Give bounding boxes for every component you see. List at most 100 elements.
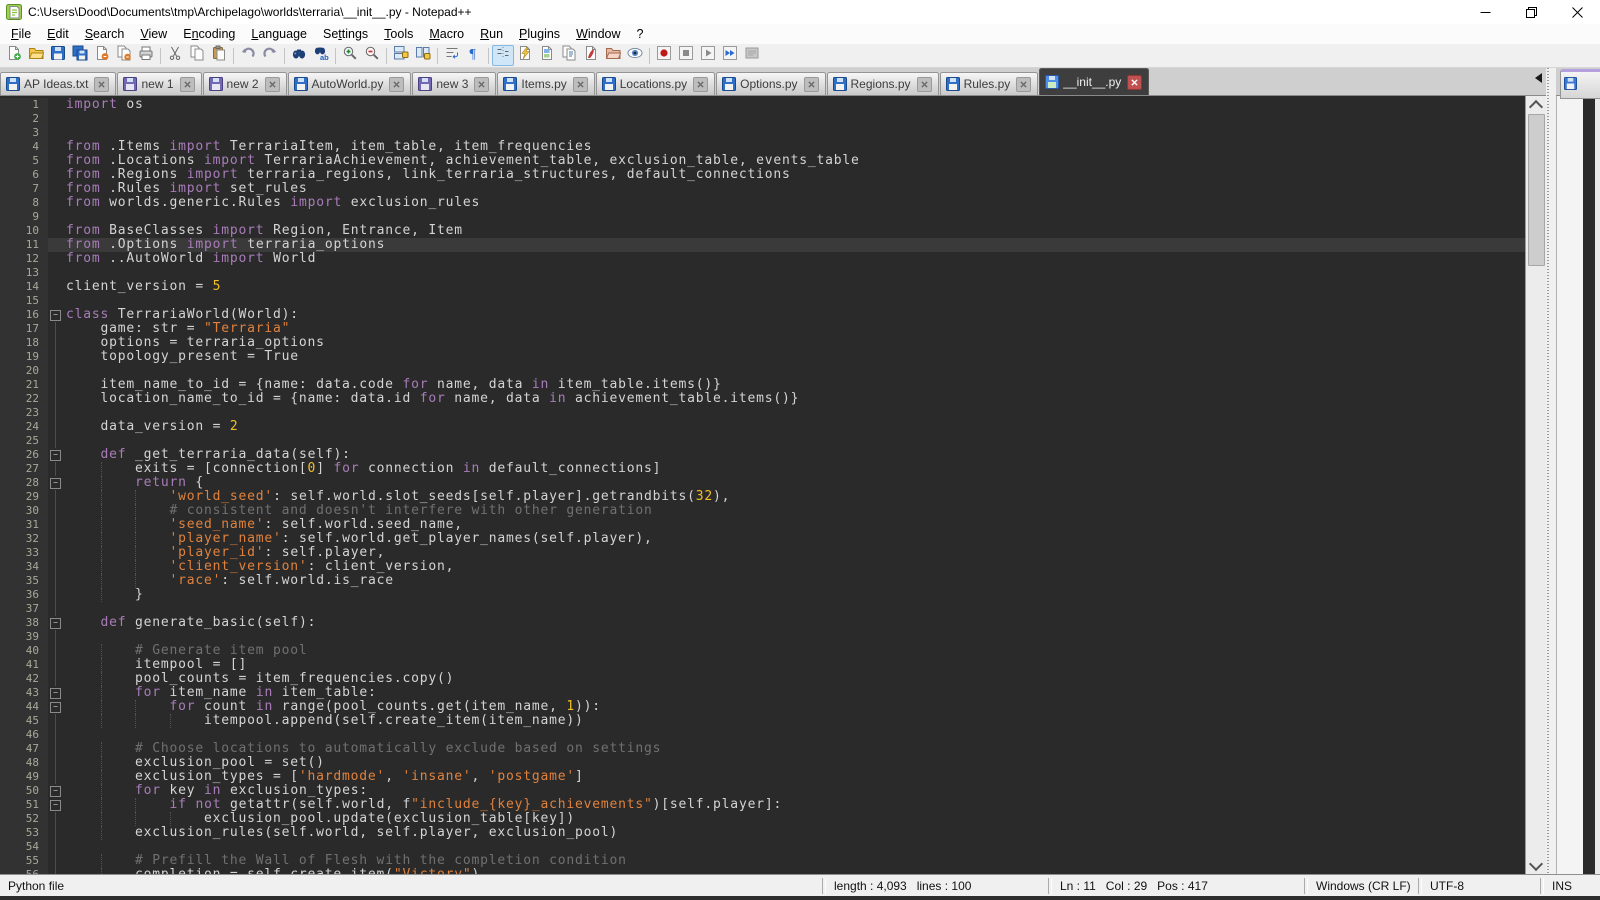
line-number[interactable]: 10 (0, 224, 48, 238)
tab--init-py[interactable]: __init__.py (1039, 68, 1149, 95)
secondary-scrollbar[interactable] (1556, 96, 1583, 874)
line-number[interactable]: 42 (0, 672, 48, 686)
line-number[interactable]: 15 (0, 294, 48, 308)
line-number[interactable]: 49 (0, 770, 48, 784)
scrollbar-thumb[interactable] (1528, 114, 1545, 266)
line-number[interactable]: 56 (0, 868, 48, 874)
tab-close-icon[interactable] (389, 77, 404, 92)
line-number[interactable]: 45 (0, 714, 48, 728)
menu-item-tools[interactable]: Tools (376, 25, 421, 43)
line-number[interactable]: 6 (0, 168, 48, 182)
code-editor[interactable]: 1import os234from .Items import Terraria… (0, 96, 1525, 874)
folder-as-workspace-button[interactable] (602, 45, 624, 66)
line-number[interactable]: 12 (0, 252, 48, 266)
tab-close-icon[interactable] (1127, 75, 1142, 90)
secondary-tab-fragment[interactable] (1560, 69, 1600, 99)
line-number[interactable]: 39 (0, 630, 48, 644)
tab-rules-py[interactable]: Rules.py (940, 72, 1039, 95)
tab-close-icon[interactable] (1016, 77, 1031, 92)
line-number[interactable]: 24 (0, 420, 48, 434)
scroll-up-arrow-icon[interactable] (1526, 96, 1546, 113)
function-list-button[interactable] (514, 45, 536, 66)
tab-close-icon[interactable] (573, 77, 588, 92)
cut-button[interactable] (164, 45, 186, 66)
print-button[interactable] (135, 45, 157, 66)
tab-scroll-left-icon[interactable] (1535, 73, 1542, 83)
line-number[interactable]: 47 (0, 742, 48, 756)
fold-collapse-icon[interactable]: − (48, 476, 64, 490)
line-number[interactable]: 36 (0, 588, 48, 602)
paste-button[interactable] (208, 45, 230, 66)
line-number[interactable]: 13 (0, 266, 48, 280)
tab-new-1[interactable]: new 1 (117, 72, 201, 95)
line-number[interactable]: 16 (0, 308, 48, 322)
line-number[interactable]: 28 (0, 476, 48, 490)
macro-record-button[interactable] (653, 45, 675, 66)
line-number[interactable]: 32 (0, 532, 48, 546)
menu-item-view[interactable]: View (132, 25, 175, 43)
close-button[interactable] (1554, 0, 1600, 24)
open-file-button[interactable] (25, 45, 47, 66)
replace-button[interactable]: ab (310, 45, 332, 66)
tab-autoworld-py[interactable]: AutoWorld.py (288, 72, 412, 95)
line-number[interactable]: 33 (0, 546, 48, 560)
word-wrap-button[interactable] (441, 45, 463, 66)
line-number[interactable]: 29 (0, 490, 48, 504)
line-number[interactable]: 30 (0, 504, 48, 518)
line-number[interactable]: 20 (0, 364, 48, 378)
zoom-in-button[interactable] (339, 45, 361, 66)
line-number[interactable]: 1 (0, 98, 48, 112)
line-number[interactable]: 37 (0, 602, 48, 616)
close-file-button[interactable] (91, 45, 113, 66)
edit-marker-button[interactable] (580, 45, 602, 66)
menu-item-encoding[interactable]: Encoding (175, 25, 243, 43)
macro-run-multiple-button[interactable] (719, 45, 741, 66)
find-button[interactable] (288, 45, 310, 66)
line-number[interactable]: 53 (0, 826, 48, 840)
preview-eye-button[interactable] (624, 45, 646, 66)
line-number[interactable]: 17 (0, 322, 48, 336)
line-number[interactable]: 43 (0, 686, 48, 700)
close-all-button[interactable] (113, 45, 135, 66)
line-number[interactable]: 25 (0, 434, 48, 448)
line-number[interactable]: 35 (0, 574, 48, 588)
tab-new-2[interactable]: new 2 (203, 72, 287, 95)
tab-close-icon[interactable] (265, 77, 280, 92)
tab-close-icon[interactable] (180, 77, 195, 92)
fold-collapse-icon[interactable]: − (48, 616, 64, 630)
document-map-button[interactable] (536, 45, 558, 66)
line-number[interactable]: 14 (0, 280, 48, 294)
minimize-button[interactable] (1462, 0, 1508, 24)
line-number[interactable]: 55 (0, 854, 48, 868)
line-number[interactable]: 7 (0, 182, 48, 196)
menu-item-run[interactable]: Run (472, 25, 511, 43)
line-number[interactable]: 2 (0, 112, 48, 126)
menu-item-language[interactable]: Language (243, 25, 315, 43)
line-number[interactable]: 46 (0, 728, 48, 742)
line-number[interactable]: 52 (0, 812, 48, 826)
line-number[interactable]: 38 (0, 616, 48, 630)
scroll-down-arrow-icon[interactable] (1526, 857, 1546, 874)
fold-collapse-icon[interactable]: − (48, 448, 64, 462)
sync-vertical-button[interactable] (390, 45, 412, 66)
fold-collapse-icon[interactable]: − (48, 686, 64, 700)
menu-item-file[interactable]: File (3, 25, 39, 43)
line-number[interactable]: 44 (0, 700, 48, 714)
fold-collapse-icon[interactable]: − (48, 700, 64, 714)
menu-item-window[interactable]: Window (568, 25, 628, 43)
line-number[interactable]: 21 (0, 378, 48, 392)
line-number[interactable]: 3 (0, 126, 48, 140)
line-number[interactable]: 19 (0, 350, 48, 364)
menu-item-[interactable]: ? (629, 25, 652, 43)
tab-close-icon[interactable] (693, 77, 708, 92)
line-number[interactable]: 22 (0, 392, 48, 406)
tab-ap-ideas-txt[interactable]: AP Ideas.txt (0, 72, 116, 95)
undo-button[interactable] (237, 45, 259, 66)
line-number[interactable]: 26 (0, 448, 48, 462)
tab-locations-py[interactable]: Locations.py (596, 72, 715, 95)
save-file-button[interactable] (47, 45, 69, 66)
menu-item-macro[interactable]: Macro (421, 25, 472, 43)
view-splitter[interactable] (1546, 68, 1556, 874)
line-number[interactable]: 9 (0, 210, 48, 224)
line-number[interactable]: 27 (0, 462, 48, 476)
